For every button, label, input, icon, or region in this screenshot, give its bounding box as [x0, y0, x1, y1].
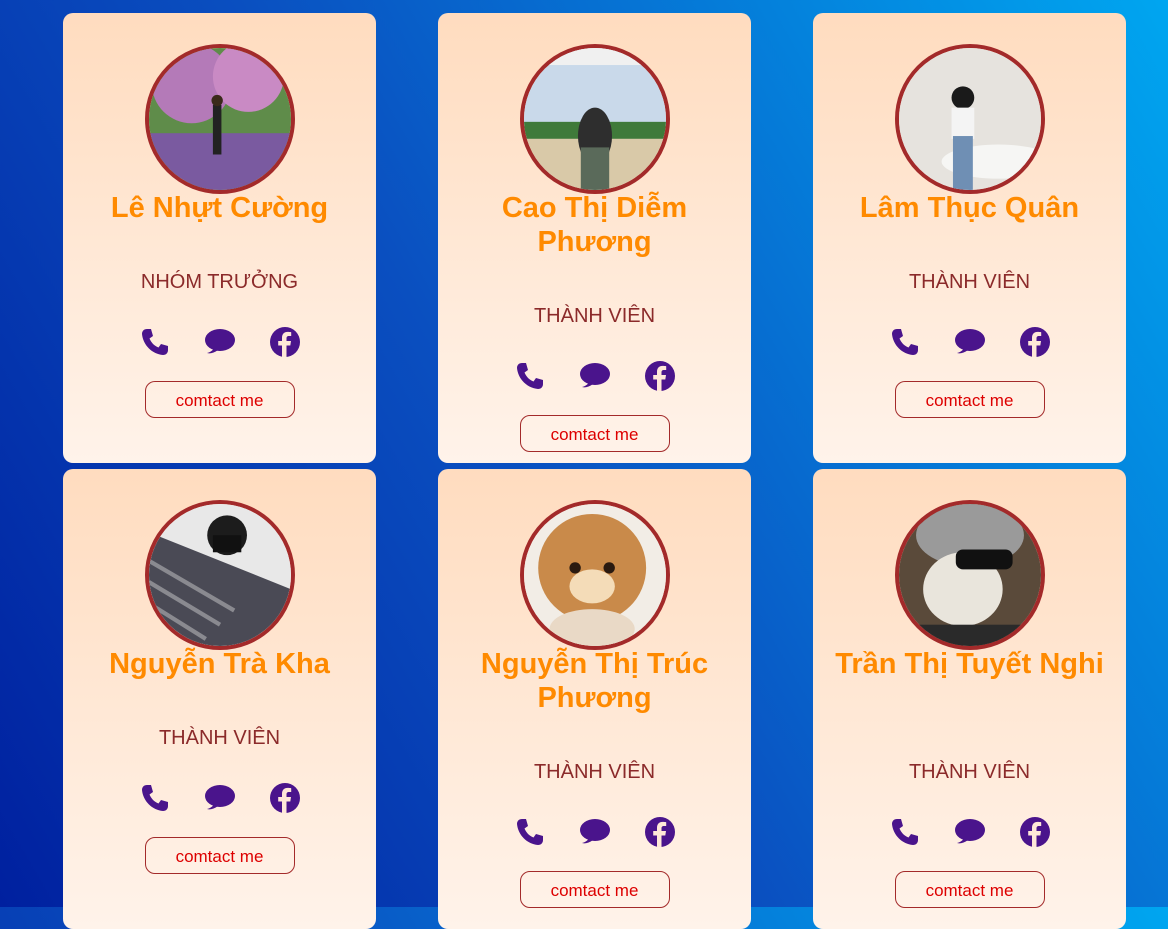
member-role: THÀNH VIÊN	[533, 761, 656, 783]
member-card: Trần Thị Tuyết Nghi THÀNH VIÊN comtact m…	[813, 469, 1126, 929]
member-role: NHÓM TRƯỞNG	[140, 271, 299, 293]
message-icon[interactable]	[954, 816, 986, 848]
contact-icons	[438, 816, 751, 856]
message-icon[interactable]	[204, 782, 236, 814]
message-icon[interactable]	[579, 360, 611, 392]
avatar	[519, 44, 670, 194]
message-icon[interactable]	[954, 326, 986, 358]
phone-icon[interactable]	[139, 782, 171, 814]
contact-me-button[interactable]: comtact me	[519, 871, 670, 908]
contact-icons	[63, 782, 376, 822]
phone-icon[interactable]	[139, 326, 171, 358]
avatar	[519, 500, 670, 650]
avatar	[144, 500, 295, 650]
phone-icon[interactable]	[514, 816, 546, 848]
avatar	[894, 500, 1045, 650]
member-role: THÀNH VIÊN	[908, 271, 1031, 293]
member-card: Cao Thị Diễm Phương THÀNH VIÊN comtact m…	[438, 13, 751, 463]
member-role: THÀNH VIÊN	[908, 761, 1031, 783]
contact-me-button[interactable]: comtact me	[894, 871, 1045, 908]
phone-icon[interactable]	[514, 360, 546, 392]
phone-icon[interactable]	[889, 816, 921, 848]
facebook-icon[interactable]	[1019, 816, 1051, 848]
member-card: Nguyễn Thị Trúc Phương THÀNH VIÊN comtac…	[438, 469, 751, 929]
member-name: Trần Thị Tuyết Nghi	[835, 648, 1104, 680]
avatar	[894, 44, 1045, 194]
member-role: THÀNH VIÊN	[533, 305, 656, 327]
contact-icons	[813, 326, 1126, 366]
contact-me-button[interactable]: comtact me	[519, 415, 670, 452]
message-icon[interactable]	[579, 816, 611, 848]
contact-icons	[438, 360, 751, 400]
facebook-icon[interactable]	[644, 360, 676, 392]
contact-me-button[interactable]: comtact me	[144, 381, 295, 418]
member-name: Lâm Thục Quân	[859, 192, 1080, 224]
member-name: Lê Nhựt Cường	[110, 192, 329, 224]
contact-me-button[interactable]: comtact me	[894, 381, 1045, 418]
contact-me-button[interactable]: comtact me	[144, 837, 295, 874]
phone-icon[interactable]	[889, 326, 921, 358]
member-role: THÀNH VIÊN	[158, 727, 281, 749]
member-card: Lâm Thục Quân THÀNH VIÊN comtact me	[813, 13, 1126, 463]
facebook-icon[interactable]	[1019, 326, 1051, 358]
contact-icons	[63, 326, 376, 366]
member-name: Nguyễn Thị Trúc Phương	[480, 648, 709, 714]
member-card: Nguyễn Trà Kha THÀNH VIÊN comtact me	[63, 469, 376, 929]
member-name: Nguyễn Trà Kha	[109, 648, 330, 680]
facebook-icon[interactable]	[269, 326, 301, 358]
member-card: Lê Nhựt Cường NHÓM TRƯỞNG comtact me	[63, 13, 376, 463]
member-name: Cao Thị Diễm Phương	[501, 192, 688, 258]
avatar	[144, 44, 295, 194]
contact-icons	[813, 816, 1126, 856]
facebook-icon[interactable]	[644, 816, 676, 848]
message-icon[interactable]	[204, 326, 236, 358]
facebook-icon[interactable]	[269, 782, 301, 814]
